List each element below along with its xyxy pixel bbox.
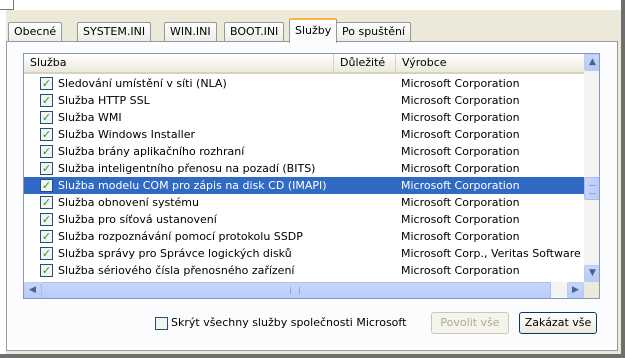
service-manufacturer: Microsoft Corporation [401,264,520,277]
row-checkbox[interactable]: ✓ [40,247,53,260]
service-manufacturer: Microsoft Corporation [401,77,520,90]
table-row[interactable]: ✓ Služba obnovení systému Microsoft Corpor… [24,194,584,211]
row-checkbox[interactable]: ✓ [40,213,53,226]
row-checkbox[interactable]: ✓ [40,145,53,158]
disable-all-button[interactable]: Zakázat vše [519,312,597,334]
list-body: ✓ Sledování umístění v síti (NLA) Microsof… [24,75,584,282]
horizontal-scrollbar[interactable]: ◀ ▶ [24,282,584,298]
service-name: Služba brány aplikačního rozhraní [58,145,245,158]
service-name: Služba rozpoznávání pomocí protokolu SSD… [58,230,303,243]
vertical-scrollbar[interactable]: ▲ ▼ [584,54,599,282]
scroll-left-icon[interactable]: ◀ [24,282,41,298]
scroll-right-icon[interactable]: ▶ [567,282,584,298]
service-manufacturer: Microsoft Corporation [401,162,520,175]
service-name: Služba WMI [58,111,122,124]
tab-general[interactable]: Obecné [8,22,63,42]
row-checkbox[interactable]: ✓ [40,230,53,243]
service-manufacturer: Microsoft Corporation [401,145,520,158]
table-row[interactable]: ✓ Služba rozpoznávání pomocí protokolu SS… [24,228,584,245]
service-manufacturer: Microsoft Corporation [401,213,520,226]
horizontal-scroll-thumb[interactable] [41,282,551,298]
row-checkbox[interactable]: ✓ [40,111,53,124]
system-configuration-window: Obecné SYSTEM.INI WIN.INI BOOT.INI Služb… [6,10,621,354]
service-name: Služba HTTP SSL [58,94,150,107]
table-row[interactable]: ✓ Služba brány aplikačního rozhraní Micros… [24,143,584,160]
column-header-service[interactable]: Služba [24,54,334,72]
service-name: Služba modelu COM pro zápis na disk CD (… [58,179,327,192]
services-list: Služba Důležité Výrobce ✓ Sledování umíst… [23,53,600,299]
row-checkbox[interactable]: ✓ [40,128,53,141]
bottom-controls: Skrýt všechny služby společnosti Microso… [7,307,617,337]
tab-system-ini[interactable]: SYSTEM.INI [77,22,152,42]
service-name: Služba Windows Installer [58,128,196,141]
scrollbar-corner [584,282,599,298]
table-row[interactable]: ✓ Služba inteligentního přenosu na pozadí… [24,160,584,177]
tab-services[interactable]: Služby [289,18,338,43]
services-panel: Služba Důležité Výrobce ✓ Sledování umíst… [6,41,618,351]
service-name: Služba sériového čísla přenosného zaříze… [58,264,295,277]
service-manufacturer: Microsoft Corporation [401,230,520,243]
service-name: Služba správy pro Správce logických disk… [58,247,292,260]
service-manufacturer: Microsoft Corporation [401,111,520,124]
window-edge-left [13,0,14,10]
window-border-right [621,0,625,358]
service-name: Služba inteligentního přenosu na pozadí … [58,162,316,175]
row-checkbox[interactable]: ✓ [40,264,53,277]
column-header-essential[interactable]: Důležité [334,54,396,72]
tab-boot-ini[interactable]: BOOT.INI [224,22,285,42]
service-manufacturer: Microsoft Corporation [401,128,520,141]
table-row[interactable]: ✓ Služba modelu COM pro zápis na disk CD … [24,177,584,194]
scroll-up-icon[interactable]: ▲ [584,54,599,71]
tab-win-ini[interactable]: WIN.INI [164,22,217,42]
row-checkbox[interactable]: ✓ [40,162,53,175]
row-checkbox[interactable]: ✓ [40,179,53,192]
service-manufacturer: Microsoft Corp., Veritas Software [401,247,581,260]
table-row[interactable]: ✓ Služba WMI Microsoft Corporation [24,109,584,126]
tab-startup[interactable]: Po spuštění [336,22,411,42]
vertical-scroll-thumb[interactable] [584,177,599,200]
hide-microsoft-services-label: Skrýt všechny služby společnosti Microso… [171,316,407,329]
table-row[interactable]: ✓ Služba Windows Installer Microsoft Corpo… [24,126,584,143]
column-header-manufacturer[interactable]: Výrobce [396,54,584,72]
service-name: Služba obnovení systému [58,196,199,209]
tab-strip: Obecné SYSTEM.INI WIN.INI BOOT.INI Služb… [6,18,621,43]
row-checkbox[interactable]: ✓ [40,94,53,107]
table-row[interactable]: ✓ Sledování umístění v síti (NLA) Microsof… [24,75,584,92]
hide-microsoft-services-box[interactable] [155,316,168,330]
service-manufacturer: Microsoft Corporation [401,179,520,192]
enable-all-button[interactable]: Povolit vše [431,312,509,334]
service-name: Sledování umístění v síti (NLA) [58,77,227,90]
service-manufacturer: Microsoft Corporation [401,94,520,107]
hide-microsoft-services-checkbox[interactable]: Skrýt všechny služby společnosti Microso… [155,316,406,332]
list-header: Služba Důležité Výrobce [24,54,584,74]
table-row[interactable]: ✓ Služba pro síťová ustanovení Microsoft C… [24,211,584,228]
table-row[interactable]: ✓ Služba sériového čísla přenosného zaříz… [24,262,584,279]
table-row[interactable]: ✓ Služba HTTP SSL Microsoft Corporation [24,92,584,109]
service-name: Služba pro síťová ustanovení [58,213,217,226]
table-row[interactable]: ✓ Služba správy pro Správce logických dis… [24,245,584,262]
row-checkbox[interactable]: ✓ [40,77,53,90]
service-manufacturer: Microsoft Corporation [401,196,520,209]
window-border-bottom [0,354,625,358]
row-checkbox[interactable]: ✓ [40,196,53,209]
scroll-down-icon[interactable]: ▼ [584,265,599,282]
